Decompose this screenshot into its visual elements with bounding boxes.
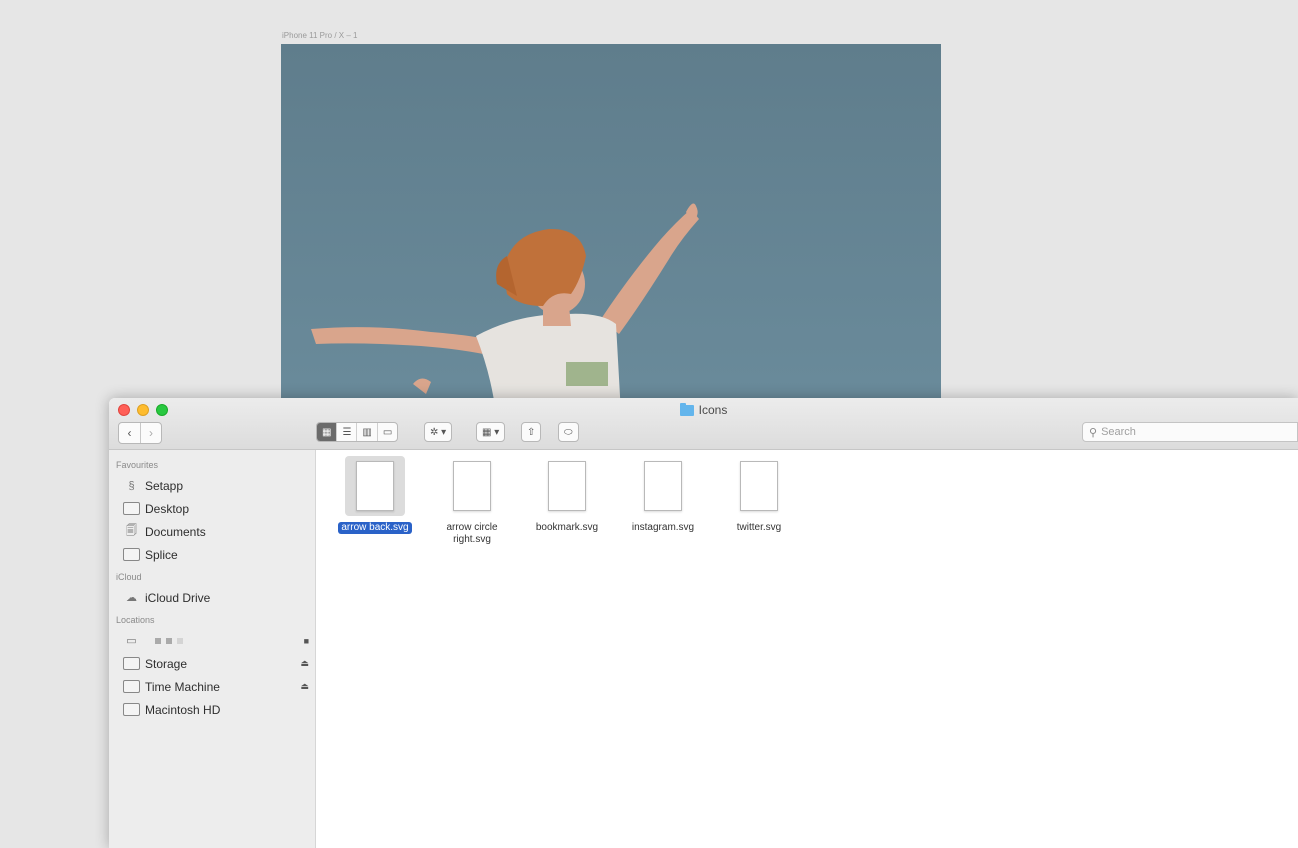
file-thumbnail (345, 456, 405, 516)
file-name: arrow back.svg (338, 522, 412, 534)
group-menu-button[interactable]: ▦ ▾ (477, 423, 504, 441)
sidebar-item-label: Macintosh HD (145, 702, 221, 717)
finder-window: Icons ‹ › ▦ ☰ ▥ ▭ ✲ ▾ ▦ ▾ ⇧ ⬭ ⚲ Search F… (109, 398, 1298, 848)
group-menu-group: ▦ ▾ (476, 422, 506, 442)
sidebar-heading-locations: Locations (116, 615, 155, 625)
file-thumbnail (633, 456, 693, 516)
file-name: instagram.svg (631, 522, 695, 533)
file-item[interactable]: twitter.svg (714, 456, 804, 534)
sidebar-item-setapp[interactable]: § Setapp (109, 474, 315, 497)
svg-document-icon (644, 461, 682, 511)
window-title: Icons (109, 402, 1298, 417)
file-thumbnail (537, 456, 597, 516)
sidebar-item-label: Desktop (145, 501, 190, 516)
sidebar-heading-favourites: Favourites (116, 460, 159, 470)
laptop-icon: ▭ (126, 635, 137, 647)
search-icon: ⚲ (1089, 426, 1098, 439)
chevron-left-icon: ‹ (127, 426, 132, 440)
hard-disk-icon (123, 703, 140, 716)
finder-toolbar: Icons ‹ › ▦ ☰ ▥ ▭ ✲ ▾ ▦ ▾ ⇧ ⬭ ⚲ Search (109, 398, 1298, 450)
sidebar-heading-icloud: iCloud (116, 572, 142, 582)
file-item[interactable]: bookmark.svg (522, 456, 612, 534)
artboard-label: iPhone 11 Pro / X – 1 (282, 31, 358, 40)
sidebar-item-device[interactable]: ▭ ■ (109, 629, 315, 652)
sidebar-item-label: Time Machine (145, 679, 220, 694)
file-item[interactable]: instagram.svg (618, 456, 708, 534)
tag-group: ⬭ (558, 422, 579, 442)
svg-document-icon (356, 461, 394, 511)
file-name: bookmark.svg (535, 522, 599, 533)
forward-button[interactable]: › (140, 423, 161, 443)
tag-button[interactable]: ⬭ (559, 423, 578, 441)
action-menu-group: ✲ ▾ (424, 422, 453, 442)
dancer-photo (311, 203, 699, 414)
search-input[interactable] (1101, 426, 1282, 438)
file-item[interactable]: arrow back.svg (330, 456, 420, 534)
sidebar-item-label: Storage (145, 656, 188, 671)
device-indicator-icon: ■ (303, 635, 309, 646)
folder-icon (679, 402, 694, 416)
eject-icon[interactable]: ⏏ (300, 658, 309, 669)
sidebar-item-macintosh-hd[interactable]: Macintosh HD (109, 698, 315, 721)
sidebar-item-desktop[interactable]: Desktop (109, 497, 315, 520)
eject-icon[interactable]: ⏏ (300, 681, 309, 692)
setapp-icon: § (128, 479, 135, 492)
file-name: arrow circle right.svg (446, 522, 498, 545)
sidebar-item-splice[interactable]: Splice (109, 543, 315, 566)
view-mode-group: ▦ ☰ ▥ ▭ (316, 422, 399, 442)
sidebar-item-documents[interactable]: 🗐 Documents (109, 520, 315, 543)
sidebar-item-label: iCloud Drive (145, 590, 211, 605)
gallery-view-button[interactable]: ▭ (376, 423, 397, 441)
sidebar-item-label: Splice (145, 547, 178, 562)
documents-folder-icon: 🗐 (126, 525, 137, 537)
svg-document-icon (548, 461, 586, 511)
list-view-button[interactable]: ☰ (336, 423, 356, 441)
chevron-right-icon: › (149, 426, 153, 440)
sidebar-item-storage[interactable]: Storage ⏏ (109, 652, 315, 675)
sidebar-item-label: Documents (145, 524, 206, 539)
desktop-folder-icon (123, 502, 140, 515)
file-browser-content: arrow back.svg arrow circle right.svg bo… (316, 450, 1298, 848)
cloud-icon: ☁ (126, 592, 137, 604)
file-thumbnail (729, 456, 789, 516)
window-title-label: Icons (698, 403, 728, 417)
sidebar-item-label: Setapp (145, 478, 184, 493)
svg-document-icon (740, 461, 778, 511)
file-item[interactable]: arrow circle right.svg (427, 456, 517, 546)
file-thumbnail (442, 456, 502, 516)
time-machine-icon (123, 680, 140, 693)
svg-document-icon (453, 461, 491, 511)
share-group: ⇧ (521, 422, 542, 442)
sidebar: Favourites § Setapp Desktop 🗐 Documents … (109, 450, 316, 848)
navigation-buttons: ‹ › (118, 422, 162, 444)
column-view-button[interactable]: ▥ (356, 423, 376, 441)
artboard-image (281, 44, 941, 414)
sidebar-item-icloud-drive[interactable]: ☁ iCloud Drive (109, 586, 315, 609)
search-field[interactable]: ⚲ (1082, 422, 1298, 442)
action-menu-button[interactable]: ✲ ▾ (425, 423, 451, 441)
folder-icon (123, 548, 140, 561)
icon-view-button[interactable]: ▦ (317, 423, 337, 441)
file-name: twitter.svg (736, 522, 782, 533)
share-button[interactable]: ⇧ (522, 423, 540, 441)
back-button[interactable]: ‹ (119, 423, 140, 443)
sidebar-item-time-machine[interactable]: Time Machine ⏏ (109, 675, 315, 698)
drive-icon (123, 657, 140, 670)
redacted-device-name (155, 637, 183, 644)
